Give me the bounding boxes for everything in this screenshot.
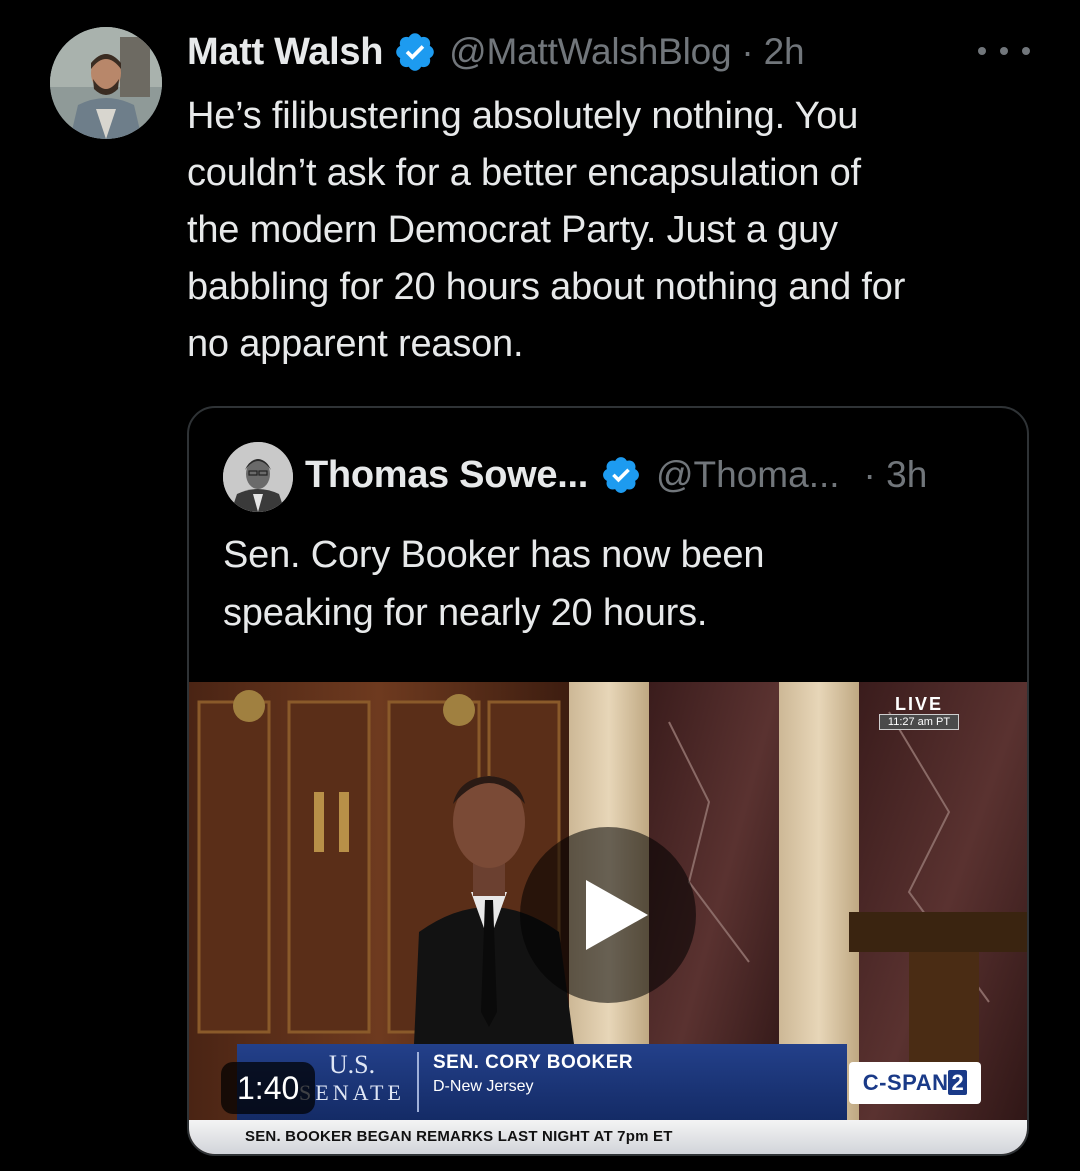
author-avatar[interactable] (50, 27, 162, 139)
quoted-tweet-header: Thomas Sowe... @Thoma... · 3h (305, 450, 927, 500)
lower-third-name: SEN. CORY BOOKER (433, 1052, 634, 1073)
tweet-text: He’s filibustering absolutely nothing. Y… (187, 88, 1047, 373)
lower-third-party: D-New Jersey (433, 1078, 534, 1095)
quoted-author-handle[interactable]: @Thoma... (656, 454, 840, 496)
tweet[interactable]: Matt Walsh @MattWalshBlog · 2h He’s fili… (0, 0, 1080, 1171)
live-time: 11:27 am PT (879, 714, 959, 730)
lower-third-divider (417, 1052, 419, 1112)
tweet-header: Matt Walsh @MattWalshBlog · 2h (187, 28, 805, 76)
ticker-strip: SEN. BOOKER BEGAN REMARKS LAST NIGHT AT … (189, 1120, 1027, 1154)
lower-third-banner: U.S. SENATE SEN. CORY BOOKER D-New Jerse… (237, 1044, 847, 1120)
network-logo-number: 2 (948, 1070, 968, 1095)
play-button[interactable] (520, 827, 696, 1003)
network-logo-text: C-SPAN (862, 1070, 949, 1095)
tweet-text-line: babbling for 20 hours about nothing and … (187, 266, 906, 308)
author-name[interactable]: Matt Walsh (187, 31, 383, 74)
tweet-text-line: couldn’t ask for a better encapsulation … (187, 152, 861, 194)
network-logo: C-SPAN 2 (849, 1062, 981, 1104)
tweet-text-line: no apparent reason. (187, 323, 524, 365)
verified-badge-icon (600, 454, 642, 496)
live-label: LIVE (894, 694, 943, 714)
quoted-text-line: speaking for nearly 20 hours. (223, 592, 708, 634)
live-indicator: LIVE 11:27 am PT (879, 694, 959, 730)
tweet-text-line: He’s filibustering absolutely nothing. Y… (187, 95, 859, 137)
quoted-text-line: Sen. Cory Booker has now been (223, 534, 765, 576)
video-player[interactable]: LIVE 11:27 am PT U.S. SENATE SEN. CORY B… (189, 682, 1027, 1154)
quoted-author-name[interactable]: Thomas Sowe... (305, 454, 588, 497)
ticker-text: SEN. BOOKER BEGAN REMARKS LAST NIGHT AT … (245, 1128, 673, 1145)
verified-badge-icon[interactable] (393, 30, 437, 74)
quoted-tweet[interactable]: Thomas Sowe... @Thoma... · 3h Sen. Cory … (187, 406, 1029, 1156)
tweet-text-line: the modern Democrat Party. Just a guy (187, 209, 838, 251)
author-handle-time[interactable]: @MattWalshBlog · 2h (449, 31, 804, 73)
quoted-tweet-text: Sen. Cory Booker has now been speaking f… (223, 526, 1003, 642)
quoted-author-avatar[interactable] (223, 442, 293, 512)
quoted-tweet-time[interactable]: · 3h (864, 454, 928, 496)
video-duration: 1:40 (221, 1062, 316, 1114)
more-horizontal-icon[interactable] (978, 34, 1030, 68)
play-icon (586, 880, 648, 950)
